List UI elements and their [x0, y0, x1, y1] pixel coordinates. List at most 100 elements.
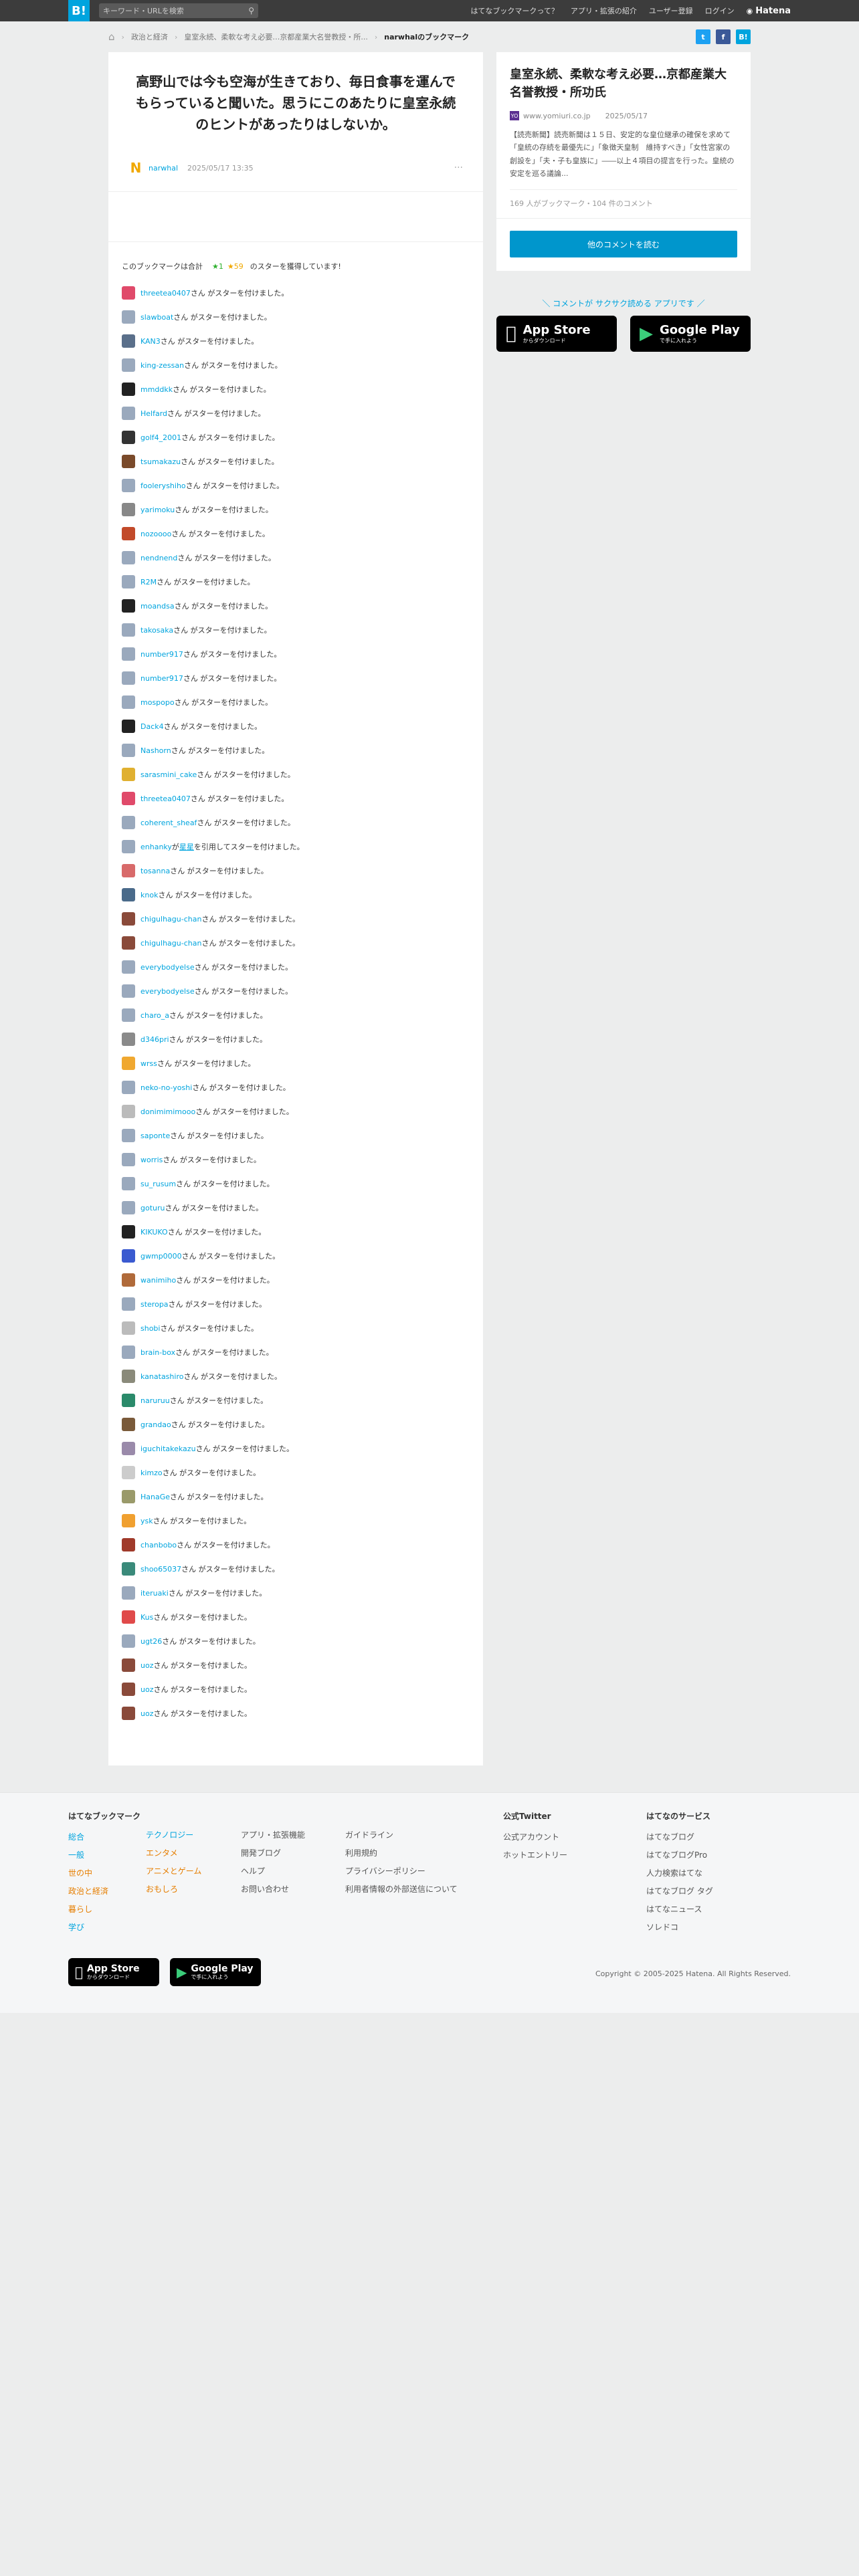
user-avatar-icon[interactable]	[122, 695, 135, 709]
footer-link[interactable]: 総合	[68, 1831, 146, 1849]
star-user-link[interactable]: HanaGe	[140, 1493, 170, 1501]
user-avatar-icon[interactable]	[122, 792, 135, 805]
user-avatar-icon[interactable]	[122, 1321, 135, 1335]
footer-link[interactable]: ホットエントリー	[503, 1849, 646, 1867]
hatebu-logo[interactable]: B!	[68, 0, 90, 21]
star-user-link[interactable]: saponte	[140, 1132, 170, 1140]
user-avatar-icon[interactable]	[122, 1249, 135, 1263]
user-avatar-icon[interactable]	[122, 407, 135, 420]
user-avatar-icon[interactable]	[122, 383, 135, 396]
user-avatar-icon[interactable]	[122, 864, 135, 877]
star-user-link[interactable]: slawboat	[140, 313, 173, 322]
user-avatar-icon[interactable]	[122, 1033, 135, 1046]
user-avatar-icon[interactable]	[122, 575, 135, 588]
user-avatar-icon[interactable]	[122, 888, 135, 901]
read-comments-button[interactable]: 他のコメントを読む	[510, 231, 737, 257]
star-user-link[interactable]: naruruu	[140, 1396, 170, 1405]
user-avatar-icon[interactable]	[122, 1707, 135, 1720]
star-user-link[interactable]: moandsa	[140, 602, 175, 611]
star-user-link[interactable]: Dack4	[140, 722, 164, 731]
star-user-link[interactable]: coherent_sheaf	[140, 819, 197, 827]
footer-link[interactable]: 一般	[68, 1849, 146, 1867]
google-play-badge[interactable]: ▶ Google Play で手に入れよう	[630, 316, 751, 352]
footer-link[interactable]: 利用規約	[345, 1847, 503, 1865]
user-avatar-icon[interactable]	[122, 816, 135, 829]
twitter-icon[interactable]: t	[696, 29, 710, 44]
star-user-link[interactable]: worris	[140, 1156, 163, 1164]
user-avatar-icon[interactable]	[122, 912, 135, 926]
star-user-link[interactable]: nozoooo	[140, 530, 171, 538]
user-avatar-icon[interactable]	[122, 310, 135, 324]
footer-link[interactable]: お問い合わせ	[241, 1883, 345, 1901]
star-user-link[interactable]: Helfard	[140, 409, 167, 418]
star-user-link[interactable]: d346pri	[140, 1035, 169, 1044]
facebook-icon[interactable]: f	[716, 29, 731, 44]
entry-counts[interactable]: 169 人がブックマーク・104 件のコメント	[510, 189, 737, 209]
star-user-link[interactable]: charo_a	[140, 1011, 169, 1020]
star-user-link[interactable]: iteruaki	[140, 1589, 169, 1598]
star-user-link[interactable]: chigulhagu-chan	[140, 915, 201, 924]
footer-link[interactable]: 利用者情報の外部送信について	[345, 1883, 503, 1901]
footer-link[interactable]: 世の中	[68, 1867, 146, 1885]
star-user-link[interactable]: wrss	[140, 1059, 157, 1068]
star-user-link[interactable]: donimimimooo	[140, 1107, 195, 1116]
top-link-about[interactable]: はてなブックマークって？	[470, 5, 558, 16]
user-avatar-icon[interactable]	[122, 1562, 135, 1576]
breadcrumb-entry[interactable]: 皇室永続、柔軟な考え必要…京都産業大名誉教授・所...	[184, 31, 368, 42]
star-user-link[interactable]: king-zessan	[140, 361, 184, 370]
user-avatar-icon[interactable]	[122, 1442, 135, 1455]
top-link-apps[interactable]: アプリ・拡張の紹介	[571, 5, 637, 16]
quoted-star-link[interactable]: 星星	[179, 841, 194, 852]
user-avatar-icon[interactable]	[122, 1346, 135, 1359]
star-user-link[interactable]: everybodyelse	[140, 987, 195, 996]
star-user-link[interactable]: Kus	[140, 1613, 153, 1622]
star-user-link[interactable]: kimzo	[140, 1469, 163, 1477]
star-user-link[interactable]: uoz	[140, 1685, 153, 1694]
star-user-link[interactable]: enhanky	[140, 843, 172, 851]
star-user-link[interactable]: ysk	[140, 1517, 153, 1525]
star-user-link[interactable]: shoo65037	[140, 1565, 181, 1574]
star-user-link[interactable]: grandao	[140, 1420, 171, 1429]
star-user-link[interactable]: number917	[140, 650, 183, 659]
footer-link[interactable]: 開発ブログ	[241, 1847, 345, 1865]
footer-link[interactable]: 暮らし	[68, 1903, 146, 1921]
user-avatar-icon[interactable]	[122, 503, 135, 516]
top-link-register[interactable]: ユーザー登録	[649, 5, 693, 16]
user-avatar-icon[interactable]	[122, 455, 135, 468]
avatar[interactable]: N	[128, 160, 143, 176]
top-link-login[interactable]: ログイン	[705, 5, 735, 16]
user-avatar-icon[interactable]	[122, 1201, 135, 1214]
footer-link[interactable]: はてなブログ タグ	[646, 1885, 780, 1903]
footer-link[interactable]: 公式アカウント	[503, 1831, 646, 1849]
user-avatar-icon[interactable]	[122, 527, 135, 540]
star-user-link[interactable]: wanimiho	[140, 1276, 176, 1285]
star-user-link[interactable]: KAN3	[140, 337, 161, 346]
footer-link[interactable]: ガイドライン	[345, 1829, 503, 1847]
star-user-link[interactable]: KIKUKO	[140, 1228, 168, 1237]
footer-link[interactable]: はてなブログ	[646, 1831, 780, 1849]
footer-link[interactable]: ソレドコ	[646, 1921, 780, 1939]
home-icon[interactable]: ⌂	[108, 31, 115, 43]
footer-link[interactable]: 学び	[68, 1921, 146, 1939]
footer-google-play-badge[interactable]: ▶ Google Play で手に入れよう	[170, 1958, 261, 1986]
user-avatar-icon[interactable]	[122, 1610, 135, 1624]
search-box[interactable]: ⚲	[99, 3, 258, 18]
app-store-badge[interactable]:  App Storeからダウンロード	[496, 316, 617, 352]
user-avatar-icon[interactable]	[122, 1658, 135, 1672]
user-avatar-icon[interactable]	[122, 358, 135, 372]
footer-link[interactable]: はてなニュース	[646, 1903, 780, 1921]
user-avatar-icon[interactable]	[122, 1081, 135, 1094]
user-avatar-icon[interactable]	[122, 1490, 135, 1503]
star-user-link[interactable]: threetea0407	[140, 289, 191, 298]
star-user-link[interactable]: goturu	[140, 1204, 165, 1212]
footer-link[interactable]: アニメとゲーム	[146, 1865, 241, 1883]
footer-link[interactable]: おもしろ	[146, 1883, 241, 1901]
footer-link[interactable]: プライバシーポリシー	[345, 1865, 503, 1883]
star-user-link[interactable]: mospopo	[140, 698, 175, 707]
user-avatar-icon[interactable]	[122, 286, 135, 300]
star-user-link[interactable]: takosaka	[140, 626, 173, 635]
search-icon[interactable]: ⚲	[248, 6, 254, 15]
star-user-link[interactable]: chanbobo	[140, 1541, 177, 1549]
star-user-link[interactable]: fooleryshiho	[140, 481, 186, 490]
star-user-link[interactable]: uoz	[140, 1709, 153, 1718]
